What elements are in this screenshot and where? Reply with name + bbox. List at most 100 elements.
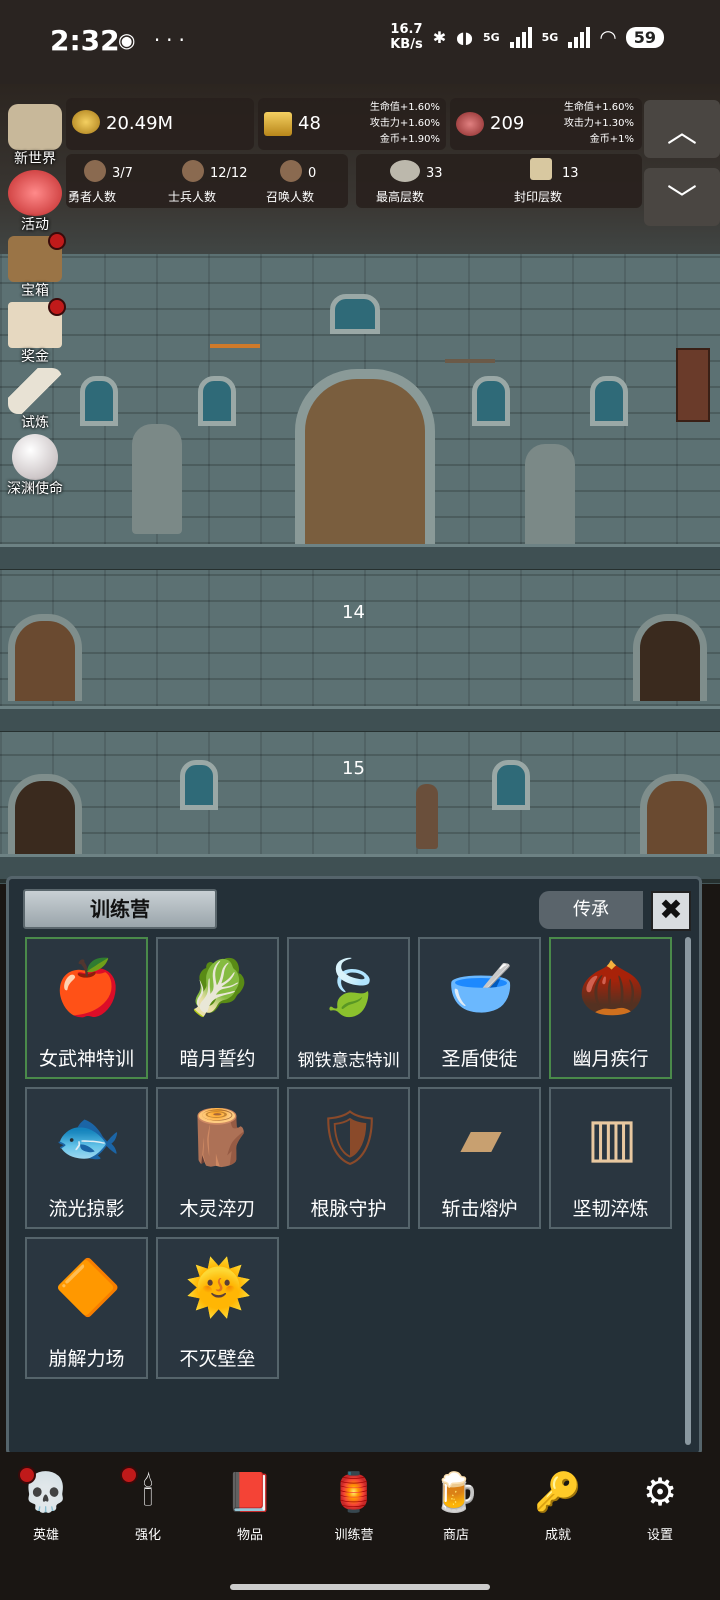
side-item-bonus[interactable]: 奖金 bbox=[2, 298, 68, 365]
scrollbar[interactable] bbox=[685, 937, 691, 1445]
window bbox=[492, 760, 530, 810]
gold-panel: 20.49M bbox=[66, 98, 254, 150]
summon-count-label: 召唤人数 bbox=[266, 190, 315, 204]
log-icon: 🪵 bbox=[185, 1106, 253, 1169]
training-item[interactable]: 🌞 不灭壁垒 bbox=[156, 1237, 279, 1379]
training-item[interactable]: 🥬 暗月誓约 bbox=[156, 937, 279, 1079]
signal-icon-2 bbox=[568, 26, 591, 48]
net-5g-label-2: 5G bbox=[541, 30, 559, 44]
scroll-up-button[interactable]: ︿ bbox=[644, 100, 720, 158]
floor-14-wall bbox=[0, 570, 720, 706]
notification-dot bbox=[48, 298, 66, 316]
scroll-down-button[interactable]: ﹀ bbox=[644, 168, 720, 226]
floor-number: 14 bbox=[342, 602, 365, 623]
stone-icon bbox=[390, 160, 420, 182]
nav-shop[interactable]: 🍺 商店 bbox=[416, 1464, 496, 1554]
training-item[interactable]: 🔶 崩解力场 bbox=[25, 1237, 148, 1379]
key-icon: 🔑 bbox=[534, 1469, 582, 1514]
sun-shield-icon: 🌞 bbox=[185, 1256, 253, 1319]
notification-dot bbox=[18, 1466, 36, 1484]
chevron-down-icon: ﹀ bbox=[667, 183, 697, 218]
window bbox=[590, 376, 628, 426]
net-speed: 16.7 KB/s bbox=[390, 22, 423, 52]
training-item[interactable]: ▥ 坚韧淬炼 bbox=[549, 1087, 672, 1229]
hero-character[interactable] bbox=[416, 784, 438, 849]
lantern-icon: 🏮 bbox=[330, 1469, 378, 1514]
panel-title: 训练营 bbox=[23, 889, 217, 929]
apple-icon: 🍎 bbox=[54, 956, 122, 1019]
bluetooth-icon: ✱ bbox=[432, 27, 447, 47]
close-button[interactable]: ✖ bbox=[651, 891, 691, 931]
floor-ledge bbox=[0, 706, 720, 735]
floor-door bbox=[640, 774, 714, 861]
training-item[interactable]: 🪵 木灵淬刃 bbox=[156, 1087, 279, 1229]
side-item-abyss-mission[interactable]: 深渊使命 bbox=[2, 434, 68, 497]
training-item[interactable]: 🌰 幽月疾行 bbox=[549, 937, 672, 1079]
training-item[interactable]: ▰ 斩击熔炉 bbox=[418, 1087, 541, 1229]
side-item-new-world[interactable]: 新世界 bbox=[2, 104, 68, 167]
notification-icons: ◉ ··· bbox=[118, 28, 191, 52]
window bbox=[330, 294, 380, 334]
status-right: 16.7 KB/s ✱ ◖◗ 5G 5G ◠ 59 bbox=[390, 22, 664, 52]
main-gate[interactable] bbox=[295, 369, 435, 554]
gold-coin-icon bbox=[72, 110, 100, 134]
chandelier-unlit bbox=[445, 329, 495, 363]
nav-enhance[interactable]: 🕯 强化 bbox=[108, 1464, 188, 1554]
nav-training-camp[interactable]: 🏮 训练营 bbox=[314, 1464, 394, 1554]
chevron-up-icon: ︿ bbox=[667, 115, 697, 150]
gear-icon: ⚙ bbox=[642, 1470, 678, 1514]
meat-bonus: 生命值+1.60% 攻击力+1.30% 金币+1% bbox=[563, 102, 634, 145]
window bbox=[472, 376, 510, 426]
nav-settings[interactable]: ⚙ 设置 bbox=[620, 1464, 700, 1554]
bowl-icon: 🥣 bbox=[447, 956, 515, 1019]
bottom-nav: 💀 英雄 🕯 强化 📕 物品 🏮 训练营 🍺 商店 🔑 成就 ⚙ 设置 bbox=[0, 1452, 720, 1600]
side-item-event[interactable]: 活动 bbox=[2, 170, 68, 233]
notification-dot bbox=[48, 232, 66, 250]
signal-icon bbox=[509, 26, 532, 48]
inherit-button[interactable]: 传承 bbox=[539, 891, 643, 929]
bar-panel: 48 生命值+1.60% 攻击力+1.60% 金币+1.90% bbox=[258, 98, 446, 150]
earbuds-icon: ◖◗ bbox=[456, 27, 473, 47]
soldier-head-icon bbox=[182, 160, 204, 182]
training-item[interactable]: 🍎 女武神特训 bbox=[25, 937, 148, 1079]
meat-icon bbox=[456, 112, 484, 136]
soldier-count-label: 士兵人数 bbox=[168, 190, 217, 204]
nav-achievement[interactable]: 🔑 成就 bbox=[518, 1464, 598, 1554]
training-item[interactable]: 🛡 根脉守护 bbox=[287, 1087, 410, 1229]
heart-icon bbox=[8, 170, 62, 216]
gold-value: 20.49M bbox=[106, 113, 174, 134]
window bbox=[180, 760, 218, 810]
floor-gate bbox=[8, 774, 82, 861]
floor-number: 15 bbox=[342, 758, 365, 779]
floor-count-panel: 33 最高层数 13 封印层数 bbox=[356, 154, 642, 208]
battery-indicator: 59 bbox=[625, 26, 664, 48]
summon-head-icon bbox=[280, 160, 302, 182]
meat-panel: 209 生命值+1.60% 攻击力+1.30% 金币+1% bbox=[450, 98, 642, 150]
training-camp-panel: 训练营 传承 ✖ 🍎 女武神特训 🥬 暗月誓约 🍃 钢铁意志特训 🥣 圣盾使徒 … bbox=[6, 876, 702, 1456]
wall-banner bbox=[676, 348, 710, 422]
training-item[interactable]: 🥣 圣盾使徒 bbox=[418, 937, 541, 1079]
acorn-icon: 🌰 bbox=[578, 956, 646, 1019]
castle-icon bbox=[8, 104, 62, 150]
nav-items[interactable]: 📕 物品 bbox=[210, 1464, 290, 1554]
book-icon: 📕 bbox=[226, 1469, 274, 1514]
side-item-trial[interactable]: 试炼 bbox=[2, 368, 68, 431]
home-indicator[interactable] bbox=[230, 1584, 490, 1590]
floor-gate bbox=[633, 614, 707, 701]
clock: 2:32 bbox=[50, 24, 120, 57]
training-grid: 🍎 女武神特训 🥬 暗月誓约 🍃 钢铁意志特训 🥣 圣盾使徒 🌰 幽月疾行 🐟 … bbox=[25, 937, 675, 1379]
nav-hero[interactable]: 💀 英雄 bbox=[6, 1464, 86, 1554]
hero-count-label: 勇者人数 bbox=[68, 190, 117, 204]
training-item[interactable]: 🐟 流光掠影 bbox=[25, 1087, 148, 1229]
window bbox=[80, 376, 118, 426]
seal-floor-label: 封印层数 bbox=[514, 190, 563, 204]
leaf-icon: 🍃 bbox=[316, 956, 384, 1019]
scroll-icon bbox=[530, 158, 552, 180]
knight-statue bbox=[132, 424, 182, 534]
training-item[interactable]: 🍃 钢铁意志特训 bbox=[287, 937, 410, 1079]
side-item-chest[interactable]: 宝箱 bbox=[2, 232, 68, 299]
wooden-shield-icon: 🛡 bbox=[315, 1106, 385, 1169]
floor-15-wall bbox=[0, 732, 720, 860]
wooden-door-icon: ▥ bbox=[586, 1106, 638, 1169]
wood-block-icon: ▰ bbox=[460, 1106, 502, 1169]
